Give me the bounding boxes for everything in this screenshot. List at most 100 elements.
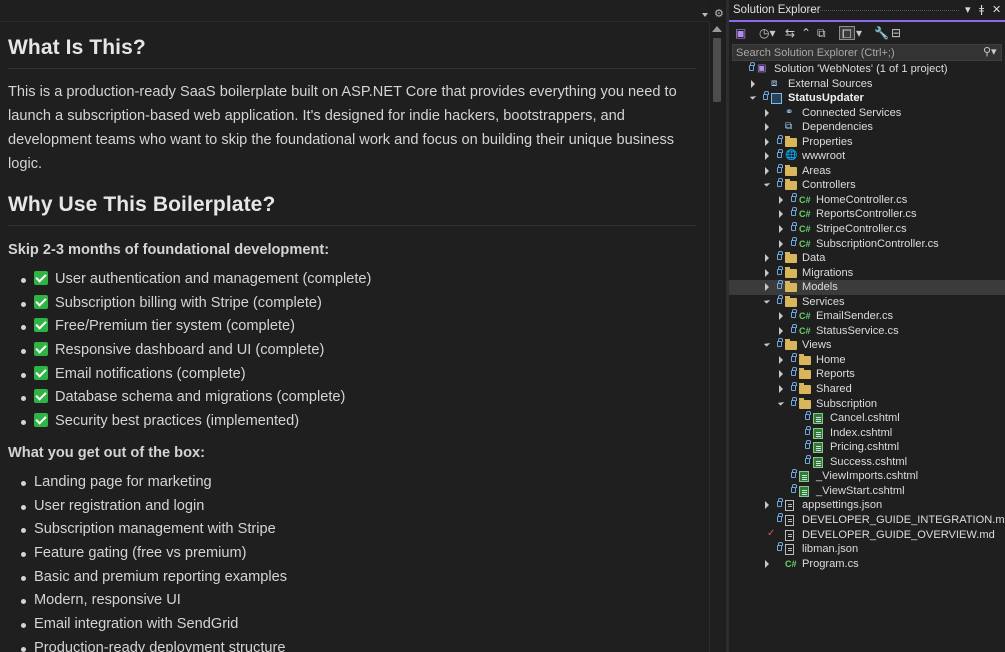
close-icon[interactable]: ✕ xyxy=(992,4,1001,16)
tree-item[interactable]: ⚭ Connected Services xyxy=(729,106,1005,121)
collapsed-arrow-icon[interactable] xyxy=(765,254,769,263)
tree-item[interactable]: 🌐 wwwroot xyxy=(729,149,1005,164)
tree-item[interactable]: Index.cshtml xyxy=(729,425,1005,441)
expanded-arrow-icon[interactable] xyxy=(763,180,771,188)
pin-icon[interactable]: ǂ xyxy=(979,4,984,16)
wrench-icon[interactable]: 🔧 xyxy=(874,26,889,40)
tree-item-label: Reports xyxy=(816,368,855,381)
collapse-all-icon[interactable]: ⌃ xyxy=(801,26,811,40)
show-all-files-icon[interactable]: ⧠ xyxy=(839,26,855,41)
copy-icon[interactable]: ⧉ xyxy=(817,26,826,40)
list-item-text: Security best practices (implemented) xyxy=(55,413,300,430)
tree-item-label: Connected Services xyxy=(802,106,902,119)
collapsed-arrow-icon[interactable] xyxy=(779,210,783,219)
gear-icon[interactable]: ⚙ xyxy=(714,8,724,20)
tree-item-label: Shared xyxy=(816,383,852,396)
expanded-arrow-icon[interactable] xyxy=(777,398,785,406)
collapsed-arrow-icon[interactable] xyxy=(765,501,769,510)
collapsed-arrow-icon[interactable] xyxy=(779,385,783,394)
tree-item[interactable]: Migrations xyxy=(729,265,1005,281)
collapsed-arrow-icon[interactable] xyxy=(779,312,783,321)
tree-item[interactable]: DEVELOPER_GUIDE_INTEGRATION.md xyxy=(729,512,1005,528)
expanded-arrow-icon[interactable] xyxy=(749,93,757,100)
tree-item[interactable]: C# EmailSender.cs xyxy=(729,309,1005,324)
bullet xyxy=(21,325,26,331)
search-input[interactable] xyxy=(733,45,973,60)
tree-item[interactable]: C# ReportsController.cs xyxy=(729,207,1005,222)
window-position-dropdown-icon[interactable]: ▾ xyxy=(965,4,971,16)
tree-item[interactable]: C# SubscriptionController.cs xyxy=(729,236,1005,252)
lock-icon xyxy=(791,309,797,319)
json-file-icon xyxy=(785,500,794,512)
tree-item[interactable]: C# StatusService.cs xyxy=(729,323,1005,339)
tree-item[interactable]: appsettings.json xyxy=(729,498,1005,513)
tree-item[interactable]: Success.cshtml xyxy=(729,454,1005,470)
tree-item[interactable]: ⧈ External Sources xyxy=(729,77,1005,92)
collapsed-arrow-icon[interactable] xyxy=(779,225,783,234)
tree-item[interactable]: Cancel.cshtml xyxy=(729,411,1005,426)
tree-item[interactable]: ⧉ Dependencies xyxy=(729,120,1005,135)
collapsed-arrow-icon[interactable] xyxy=(779,326,783,335)
collapsed-arrow-icon[interactable] xyxy=(779,355,783,364)
scrollbar-thumb[interactable] xyxy=(713,38,721,102)
collapsed-arrow-icon[interactable] xyxy=(765,283,769,292)
tree-item[interactable]: Areas xyxy=(729,163,1005,179)
expanded-arrow-icon[interactable] xyxy=(763,340,771,348)
collapsed-arrow-icon[interactable] xyxy=(765,152,769,161)
collapsed-arrow-icon[interactable] xyxy=(779,239,783,248)
tree-item[interactable]: _ViewStart.cshtml xyxy=(729,483,1005,499)
lock-icon xyxy=(777,542,783,552)
history-icon[interactable]: ◷▾ xyxy=(759,26,776,40)
collapsed-arrow-icon[interactable] xyxy=(779,195,783,204)
bullet xyxy=(21,396,26,402)
tree-item[interactable]: Models xyxy=(729,280,1005,295)
tree-item[interactable]: ▣ Solution 'WebNotes' (1 of 1 project) xyxy=(729,62,1005,77)
tree-item[interactable]: _ViewImports.cshtml xyxy=(729,469,1005,484)
tree-item[interactable]: Views xyxy=(729,338,1005,353)
collapsed-arrow-icon[interactable] xyxy=(751,79,755,88)
collapsed-arrow-icon[interactable] xyxy=(765,559,769,568)
markdown-preview-pane[interactable]: What Is This? This is a production-ready… xyxy=(0,0,709,652)
tree-item-label: Controllers xyxy=(802,179,856,192)
dropdown-arrow-icon[interactable]: ▾ xyxy=(856,26,862,40)
tree-item[interactable]: Reports xyxy=(729,367,1005,382)
collapsed-arrow-icon[interactable] xyxy=(779,370,783,379)
switch-views-icon[interactable]: ▣ xyxy=(735,26,746,40)
dropdown-arrow-icon[interactable] xyxy=(702,13,708,17)
collapsed-arrow-icon[interactable] xyxy=(765,108,769,117)
search-icon[interactable]: ⚲▾ xyxy=(983,45,997,58)
collapsed-arrow-icon[interactable] xyxy=(765,123,769,132)
tree-item[interactable]: StatusUpdater xyxy=(729,91,1005,106)
subheading-skip: Skip 2-3 months of foundational developm… xyxy=(8,242,330,258)
collapsed-arrow-icon[interactable] xyxy=(765,137,769,146)
lock-icon xyxy=(791,352,797,362)
tree-item[interactable]: C# StripeController.cs xyxy=(729,222,1005,237)
tree-item[interactable]: Data xyxy=(729,251,1005,266)
csharp-file-icon: C# xyxy=(799,194,811,205)
tree-item[interactable]: Subscription xyxy=(729,396,1005,412)
tree-item[interactable]: Shared xyxy=(729,382,1005,397)
folder-icon xyxy=(799,368,811,380)
tree-item[interactable]: ✓ DEVELOPER_GUIDE_OVERVIEW.md xyxy=(729,528,1005,543)
solution-explorer-titlebar[interactable]: Solution Explorer ▾ ǂ ✕ xyxy=(729,0,1005,22)
tree-item[interactable]: C# Program.cs xyxy=(729,557,1005,572)
tree-item[interactable]: Pricing.cshtml xyxy=(729,440,1005,455)
tree-item-label: Dependencies xyxy=(802,121,873,134)
collapsed-arrow-icon[interactable] xyxy=(765,166,769,175)
tree-item[interactable]: Home xyxy=(729,352,1005,368)
solution-search-box[interactable]: ⚲▾ xyxy=(732,44,1002,61)
tree-item[interactable]: C# HomeController.cs xyxy=(729,192,1005,208)
list-item: Email integration with SendGrid xyxy=(8,613,698,637)
preview-scrollbar[interactable] xyxy=(709,22,723,652)
expanded-arrow-icon[interactable] xyxy=(763,297,771,304)
scroll-up-arrow-icon[interactable] xyxy=(712,26,722,32)
collapsed-arrow-icon[interactable] xyxy=(765,268,769,277)
bullet xyxy=(21,480,26,486)
sync-icon[interactable]: ⇆ xyxy=(785,26,795,40)
check-mark-icon xyxy=(34,389,48,404)
tree-item[interactable]: libman.json xyxy=(729,542,1005,557)
tree-item[interactable]: Services xyxy=(729,294,1005,310)
tree-item[interactable]: Properties xyxy=(729,134,1005,150)
tree-item[interactable]: Controllers xyxy=(729,178,1005,193)
preview-icon[interactable]: ⊟ xyxy=(891,26,901,40)
